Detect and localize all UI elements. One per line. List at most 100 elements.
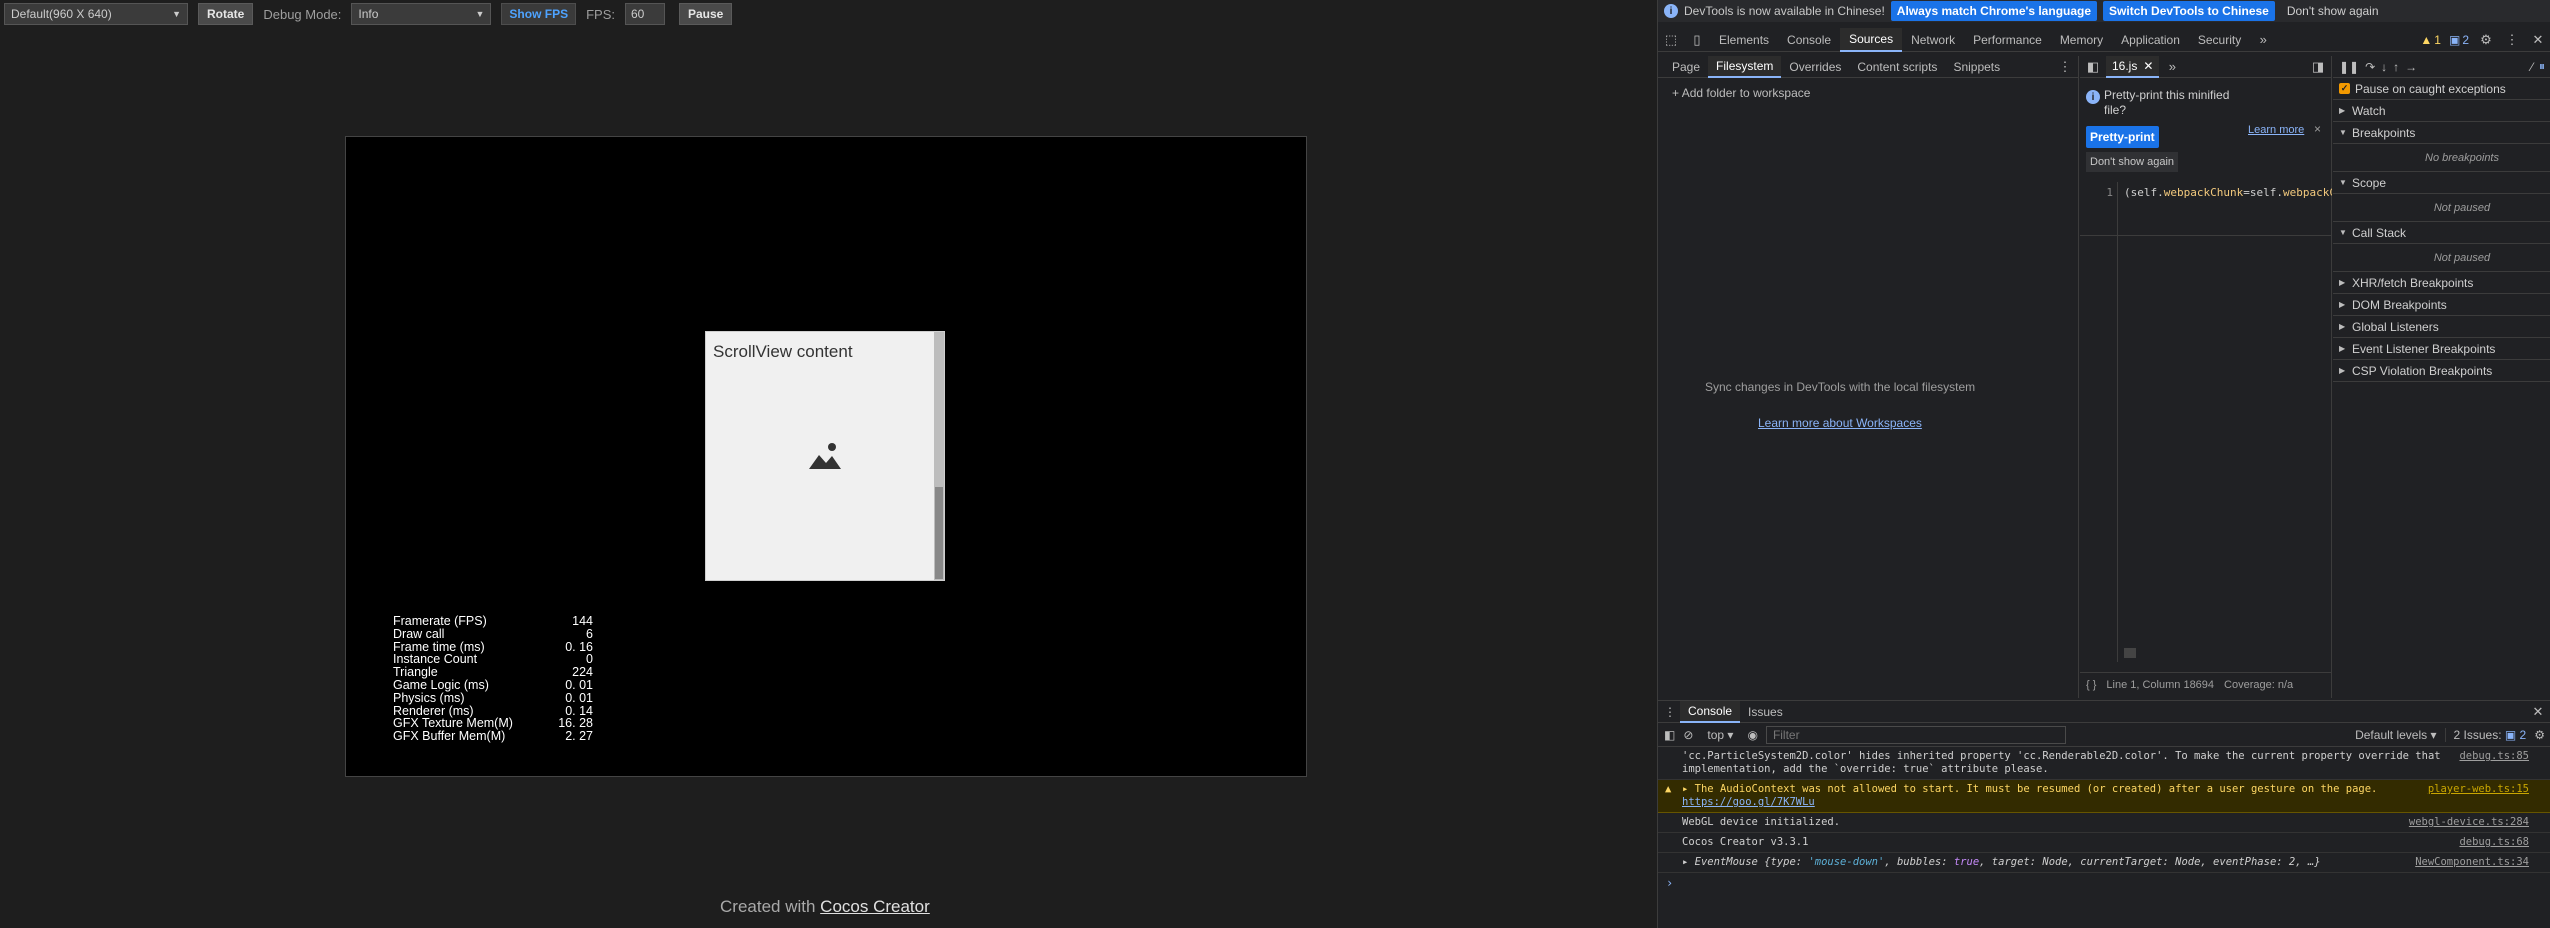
tab-elements[interactable]: Elements (1710, 28, 1778, 52)
live-expression-eye-icon[interactable]: ◉ (1747, 728, 1757, 742)
kebab-menu-icon[interactable]: ⋮ (1664, 705, 1676, 719)
more-tabs-icon[interactable]: » (2159, 55, 2185, 79)
xhr-breakpoints-section[interactable]: ▶ XHR/fetch Breakpoints (2333, 272, 2550, 294)
console-warning[interactable]: ▲ ▸ The AudioContext was not allowed to … (1658, 780, 2550, 813)
sidebar-toggle-icon[interactable]: ◧ (1664, 728, 1675, 742)
console-source-link[interactable]: debug.ts:85 (2459, 750, 2529, 763)
console-url-link[interactable]: https://goo.gl/7K7WLu (1682, 796, 1815, 808)
console-message[interactable]: Cocos Creator v3.3.1 debug.ts:68 (1658, 833, 2550, 853)
call-stack-section[interactable]: ▼ Call Stack (2333, 222, 2550, 244)
console-filter-input[interactable]: Filter (1765, 725, 2066, 744)
csp-breakpoints-section[interactable]: ▶ CSP Violation Breakpoints (2333, 360, 2550, 382)
step-icon[interactable]: → (2405, 60, 2417, 74)
console-object-message[interactable]: ▸ EventMouse {type: 'mouse-down', bubble… (1658, 853, 2550, 873)
workspaces-link[interactable]: Learn more about Workspaces (1758, 416, 1922, 430)
close-tab-icon[interactable]: ✕ (2143, 59, 2153, 73)
cocos-creator-link[interactable]: Cocos Creator (820, 897, 930, 916)
tab-network[interactable]: Network (1902, 28, 1964, 52)
console-prompt[interactable]: › (1658, 873, 2550, 893)
add-folder-button[interactable]: + Add folder to workspace (1672, 86, 1810, 100)
clear-console-icon[interactable]: ⊘ (1683, 728, 1693, 742)
pretty-print-button[interactable]: Pretty-print (2086, 126, 2159, 148)
fps-input[interactable]: 60 (624, 3, 665, 25)
drawer-tab-issues[interactable]: Issues (1740, 701, 1791, 723)
deactivate-breakpoints-icon[interactable]: ⁄ (2531, 60, 2533, 74)
pause-on-exceptions-icon[interactable]: ⏸ (2539, 59, 2545, 74)
show-fps-button[interactable]: Show FPS (501, 3, 577, 25)
global-listeners-section[interactable]: ▶ Global Listeners (2333, 316, 2550, 338)
dom-breakpoints-section[interactable]: ▶ DOM Breakpoints (2333, 294, 2550, 316)
stat-row: Draw call 6 (393, 627, 593, 641)
pause-on-caught-exceptions[interactable]: ✓ Pause on caught exceptions (2333, 78, 2550, 100)
drawer-tab-console[interactable]: Console (1680, 700, 1741, 723)
scope-section[interactable]: ▼ Scope (2333, 172, 2550, 194)
inspect-element-icon[interactable]: ⬚ (1658, 28, 1684, 52)
nav-tab-content-scripts[interactable]: Content scripts (1849, 56, 1945, 78)
close-icon[interactable]: ✕ (2525, 28, 2550, 52)
close-icon[interactable]: × (2314, 122, 2321, 136)
editor-tab-16js[interactable]: 16.js ✕ (2106, 55, 2160, 78)
toggle-navigator-icon[interactable]: ◧ (2080, 55, 2106, 79)
rotate-button[interactable]: Rotate (198, 3, 254, 25)
console-message[interactable]: 'cc.ParticleSystem2D.color' hides inheri… (1658, 747, 2550, 780)
close-drawer-icon[interactable]: ✕ (2525, 700, 2550, 724)
more-tabs-icon[interactable]: » (2250, 28, 2276, 52)
tab-performance[interactable]: Performance (1964, 28, 2051, 52)
tab-sources[interactable]: Sources (1840, 27, 1903, 52)
stat-value: 0. 01 (565, 677, 593, 692)
global-label: Global Listeners (2352, 319, 2439, 334)
match-language-button[interactable]: Always match Chrome's language (1890, 1, 2098, 21)
checkbox-checked-icon[interactable]: ✓ (2339, 83, 2350, 94)
tab-console[interactable]: Console (1778, 28, 1840, 52)
scrollbar-thumb[interactable] (935, 487, 943, 579)
scrollview[interactable]: ScrollView content (705, 331, 945, 581)
debug-mode-select[interactable]: Info ▼ (351, 3, 492, 25)
log-levels-select[interactable]: Default levels ▾ (2355, 728, 2436, 742)
pp-dont-show-button[interactable]: Don't show again (2086, 152, 2179, 172)
tab-memory[interactable]: Memory (2051, 28, 2112, 52)
watch-section[interactable]: ▶ Watch (2333, 100, 2550, 122)
settings-gear-icon[interactable]: ⚙ (2473, 28, 2499, 52)
switch-language-button[interactable]: Switch DevTools to Chinese (2103, 1, 2275, 21)
kebab-menu-icon[interactable]: ⋮ (2499, 28, 2525, 52)
triangle-down-icon: ▼ (2339, 178, 2347, 187)
console-message-text: 'cc.ParticleSystem2D.color' hides inheri… (1682, 750, 2441, 775)
console-message[interactable]: WebGL device initialized. webgl-device.t… (1658, 813, 2550, 833)
preview-toolbar: Default(960 X 640) ▼ Rotate Debug Mode: … (4, 2, 733, 26)
context-select[interactable]: top ▾ (1701, 728, 1739, 742)
pause-button[interactable]: Pause (678, 3, 733, 25)
pause-icon[interactable]: ❚❚ (2339, 60, 2359, 74)
tab-application[interactable]: Application (2112, 28, 2189, 52)
breakpoints-section[interactable]: ▼ Breakpoints (2333, 122, 2550, 144)
resolution-select[interactable]: Default(960 X 640) ▼ (4, 3, 188, 25)
issues-button[interactable]: 2 Issues: ▣ 2 (2444, 727, 2526, 742)
dont-show-again-button[interactable]: Don't show again (2281, 1, 2385, 21)
console-source-link[interactable]: NewComponent.ts:34 (2415, 856, 2529, 869)
device-toolbar-icon[interactable]: ▯ (1684, 28, 1710, 52)
nav-tab-overrides[interactable]: Overrides (1781, 56, 1849, 78)
step-over-icon[interactable]: ↷ (2365, 60, 2375, 74)
toggle-debugger-icon[interactable]: ◨ (2305, 55, 2331, 79)
console-source-link[interactable]: player-web.ts:15 (2428, 783, 2529, 796)
kebab-menu-icon[interactable]: ⋮ (2052, 55, 2078, 79)
pretty-print-toggle-icon[interactable]: { } (2086, 679, 2096, 691)
console-settings-icon[interactable]: ⚙ (2534, 728, 2545, 742)
scrollview-title: ScrollView content (713, 342, 853, 361)
expand-arrow-icon[interactable]: ▸ (1682, 856, 1695, 868)
code-editor[interactable]: 1 (self.webpackChunk=self.webpackC (2080, 182, 2332, 672)
console-source-link[interactable]: webgl-device.ts:284 (2409, 816, 2529, 829)
warning-badge[interactable]: ▲ 1 (2416, 33, 2445, 47)
step-out-icon[interactable]: ↑ (2393, 60, 2399, 74)
nav-tab-page[interactable]: Page (1664, 56, 1708, 78)
issues-badge[interactable]: ▣ 2 (2445, 33, 2473, 47)
horizontal-scrollbar[interactable] (2124, 648, 2136, 658)
event-listener-breakpoints-section[interactable]: ▶ Event Listener Breakpoints (2333, 338, 2550, 360)
learn-more-link[interactable]: Learn more (2248, 124, 2304, 136)
nav-tab-snippets[interactable]: Snippets (1945, 56, 2008, 78)
expand-arrow-icon[interactable]: ▸ (1682, 783, 1695, 795)
nav-tab-filesystem[interactable]: Filesystem (1708, 55, 1782, 78)
step-into-icon[interactable]: ↓ (2381, 60, 2387, 74)
issues-count: 2 (2462, 32, 2469, 47)
console-source-link[interactable]: debug.ts:68 (2459, 836, 2529, 849)
tab-security[interactable]: Security (2189, 28, 2250, 52)
